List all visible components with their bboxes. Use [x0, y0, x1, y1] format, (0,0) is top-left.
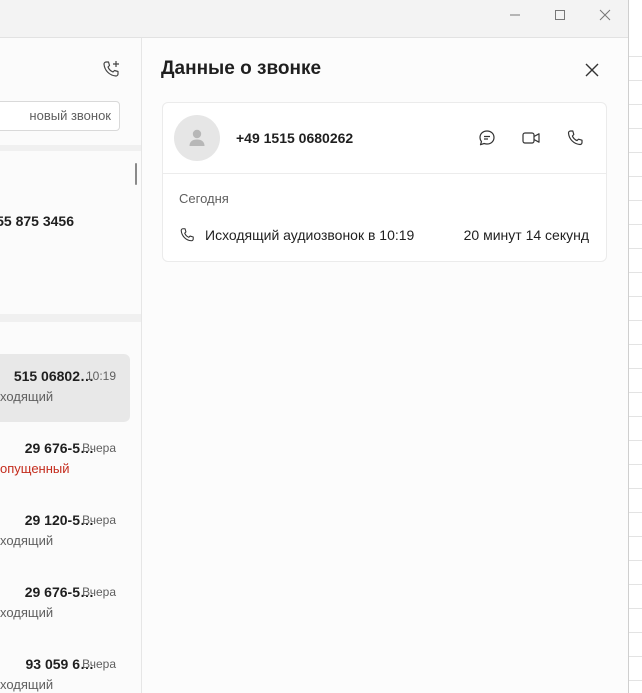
- grid-line: [629, 632, 642, 633]
- grid-line: [629, 344, 642, 345]
- call-status: ходящий: [0, 389, 54, 404]
- app-window: новый звонок 55 875 3456 515 06802… 10:1…: [0, 0, 628, 693]
- search-placeholder: новый звонок: [29, 108, 111, 123]
- grid-line: [629, 320, 642, 321]
- grid-line: [629, 128, 642, 129]
- video-call-button[interactable]: [518, 125, 544, 151]
- call-status: ходящий: [0, 605, 54, 620]
- call-details-card: +49 1515 0680262 Сегодня Исходящий аудио…: [162, 102, 607, 262]
- divider: [163, 173, 606, 174]
- call-time: Вчера: [82, 585, 116, 599]
- scrollbar-thumb[interactable]: [135, 163, 137, 185]
- recent-call-item[interactable]: 515 06802… 10:19 ходящий: [0, 354, 130, 422]
- grid-line: [629, 200, 642, 201]
- grid-line: [629, 368, 642, 369]
- grid-line: [629, 656, 642, 657]
- grid-line: [629, 440, 642, 441]
- page-title: Данные о звонке: [161, 58, 322, 79]
- dialpad-number: 55 875 3456: [0, 213, 74, 229]
- grid-line: [629, 296, 642, 297]
- grid-line: [629, 512, 642, 513]
- chat-button[interactable]: [474, 125, 500, 151]
- call-time: 10:19: [85, 369, 116, 383]
- call-details-panel: Данные о звонке +49 1515 0680262 Сегодня…: [142, 38, 628, 693]
- recent-call-item[interactable]: 29 676-5… Вчера ходящий: [0, 570, 130, 638]
- new-call-button[interactable]: [101, 59, 121, 79]
- phone-plus-icon: [103, 61, 119, 77]
- grid-line: [629, 392, 642, 393]
- grid-line: [629, 464, 642, 465]
- video-icon: [522, 132, 540, 144]
- call-time: Вчера: [82, 513, 116, 527]
- grid-line: [629, 80, 642, 81]
- date-header: Сегодня: [179, 191, 229, 206]
- grid-line: [629, 176, 642, 177]
- grid-line: [629, 248, 642, 249]
- title-bar: [0, 0, 628, 38]
- grid-line: [629, 608, 642, 609]
- recent-call-item[interactable]: 29 676-5… Вчера опущенный: [0, 426, 130, 494]
- divider: [0, 314, 141, 322]
- caller-number: 515 06802…: [13, 368, 94, 384]
- avatar: [174, 115, 220, 161]
- grid-line: [629, 536, 642, 537]
- call-time: Вчера: [82, 441, 116, 455]
- call-log-entry-icon: [179, 227, 195, 243]
- grid-line: [629, 152, 642, 153]
- minimize-button[interactable]: [492, 0, 538, 30]
- grid-line: [629, 104, 642, 105]
- call-log-duration: 20 минут 14 секунд: [463, 227, 589, 243]
- call-time: Вчера: [82, 657, 116, 671]
- recent-call-item[interactable]: 93 059 6… Вчера ходящий: [0, 642, 130, 693]
- person-icon: [189, 129, 205, 146]
- grid-line: [629, 680, 642, 681]
- grid-line: [629, 272, 642, 273]
- phone-icon: [567, 130, 583, 146]
- audio-call-button[interactable]: [562, 125, 588, 151]
- close-icon: [599, 9, 611, 21]
- calls-sidebar: новый звонок 55 875 3456 515 06802… 10:1…: [0, 38, 142, 693]
- grid-line: [629, 560, 642, 561]
- grid-line: [629, 416, 642, 417]
- close-details-button[interactable]: [580, 58, 604, 82]
- minimize-icon: [510, 14, 520, 16]
- close-icon: [585, 63, 599, 77]
- phone-icon: [180, 228, 194, 242]
- recent-calls-list: 515 06802… 10:19 ходящий 29 676-5… Вчера…: [0, 322, 141, 693]
- call-status: ходящий: [0, 677, 54, 692]
- call-log-description: Исходящий аудиозвонок в 10:19: [205, 227, 415, 243]
- window-close-button[interactable]: [582, 0, 628, 30]
- grid-line: [629, 224, 642, 225]
- background-window: [628, 0, 642, 693]
- recent-call-item[interactable]: 29 120-5… Вчера ходящий: [0, 498, 130, 566]
- chat-icon: [479, 130, 495, 146]
- dialpad-area: [0, 151, 141, 318]
- call-status: опущенный: [0, 461, 70, 476]
- contact-number: +49 1515 0680262: [236, 130, 354, 146]
- maximize-button[interactable]: [537, 0, 583, 30]
- call-status: ходящий: [0, 533, 54, 548]
- grid-line: [629, 56, 642, 57]
- grid-line: [629, 488, 642, 489]
- maximize-icon: [555, 10, 565, 20]
- grid-line: [629, 584, 642, 585]
